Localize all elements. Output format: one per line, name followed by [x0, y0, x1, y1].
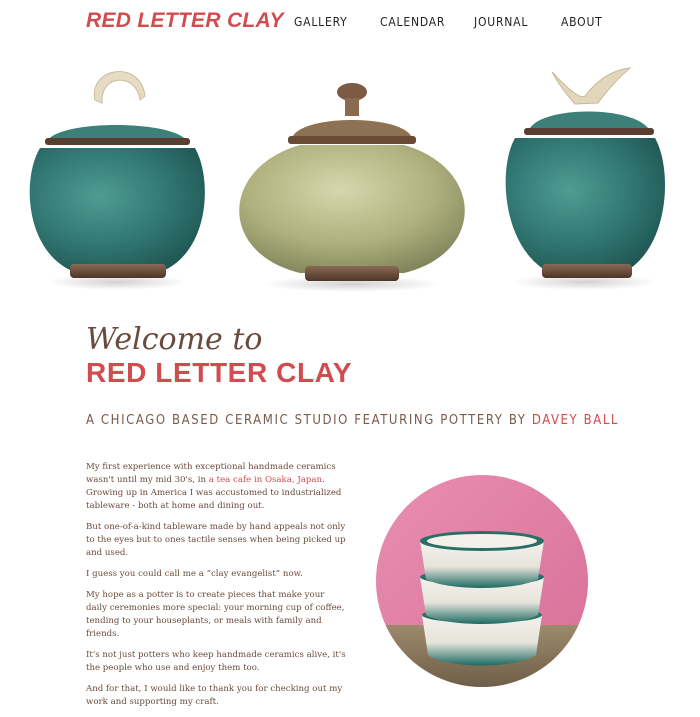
- welcome-heading: Welcome to: [86, 322, 263, 357]
- brand-heading: RED LETTER CLAY: [86, 357, 353, 388]
- paragraph-4: My hope as a potter is to create pieces …: [86, 590, 345, 639]
- paragraph-1: My first experience with exceptional han…: [86, 461, 348, 513]
- paragraph-6: And for that, I would like to thank you …: [86, 684, 343, 707]
- teal-handle-jar: [29, 71, 205, 290]
- paragraph-2: But one-of-a-kind tableware made by hand…: [86, 522, 346, 558]
- nav-about[interactable]: ABOUT: [561, 15, 603, 29]
- potter-name-link[interactable]: DAVEY BALL: [532, 413, 619, 428]
- site-logo[interactable]: RED LETTER CLAY: [86, 9, 284, 33]
- nav-journal[interactable]: JOURNAL: [474, 15, 528, 29]
- hero-image: [0, 48, 700, 308]
- nav-calendar[interactable]: CALENDAR: [380, 15, 445, 29]
- green-knob-jar: [239, 83, 465, 292]
- nav-gallery[interactable]: GALLERY: [294, 15, 348, 29]
- site-header: RED LETTER CLAY GALLERY CALENDAR JOURNAL…: [0, 0, 700, 45]
- teal-bird-jar: [505, 67, 666, 290]
- paragraph-3: I guess you could call me a “clay evange…: [86, 569, 303, 579]
- bowls-photo: [376, 475, 588, 687]
- paragraph-5: It's not just potters who keep handmade …: [86, 650, 346, 673]
- intro-body: My first experience with exceptional han…: [86, 461, 348, 717]
- tagline: A CHICAGO BASED CERAMIC STUDIO FEATURING…: [86, 413, 619, 428]
- tagline-text: A CHICAGO BASED CERAMIC STUDIO FEATURING…: [86, 413, 532, 428]
- osaka-cafe-link[interactable]: a tea cafe in Osaka, Japan: [209, 475, 322, 485]
